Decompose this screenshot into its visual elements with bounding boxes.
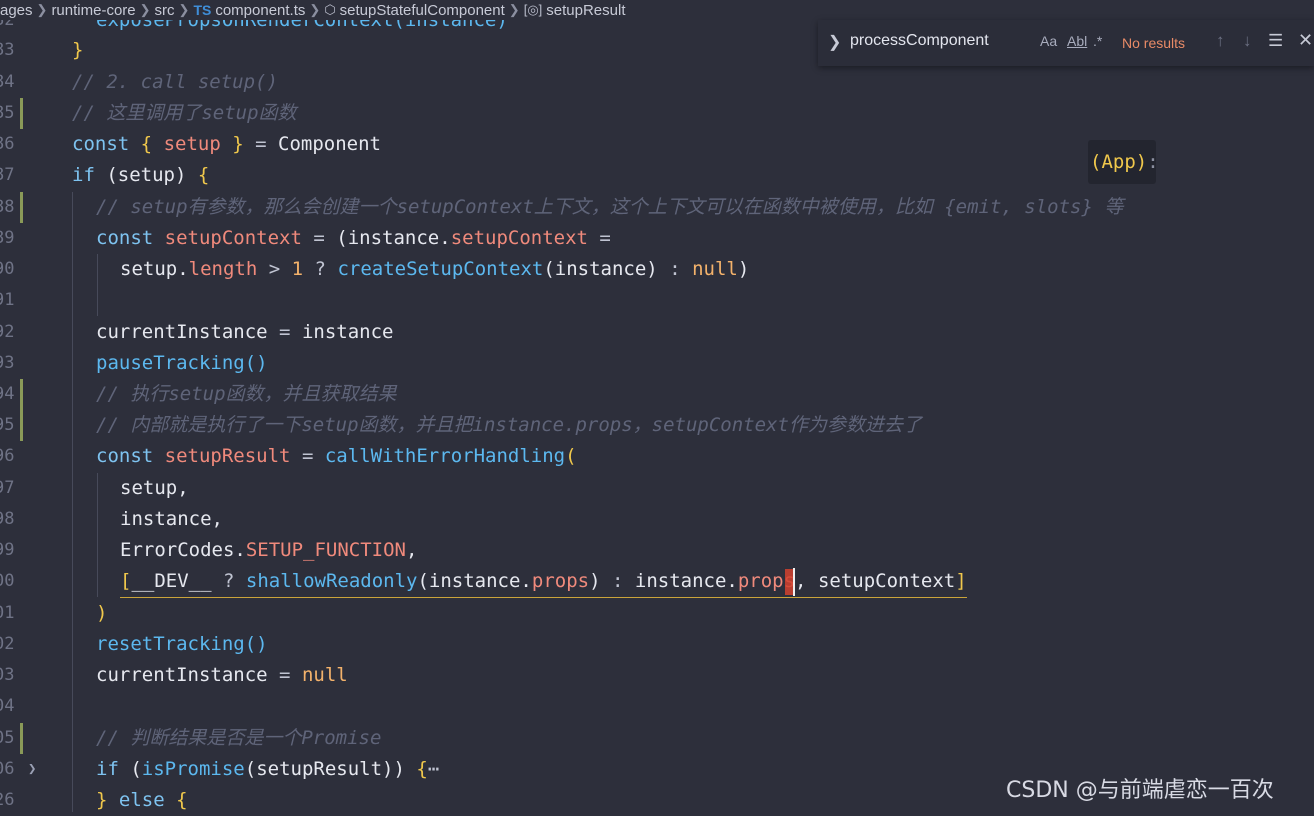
code-line: // 判断结果是否是一个Promise: [96, 727, 382, 749]
line-number: 96: [0, 446, 15, 466]
code-line: // 这里调用了setup函数: [72, 102, 297, 124]
line-number: 90: [0, 259, 15, 279]
line-number: 88: [0, 197, 15, 217]
breadcrumb-item-variable[interactable]: setupResult: [546, 2, 625, 19]
code-line: if (setup) {: [72, 164, 210, 186]
code-line: const setupContext = (instance.setupCont…: [96, 227, 611, 249]
git-change-marker: [20, 410, 23, 441]
text-cursor: [793, 568, 795, 596]
breadcrumb: ages ❯ runtime-core ❯ src ❯ TS component…: [0, 0, 1314, 20]
code-line: setup.length > 1 ? createSetupContext(in…: [120, 258, 750, 280]
close-icon[interactable]: ✕: [1298, 30, 1313, 51]
editor-gutter: 82 83 84 85 86 87 88 89 90 91 92 93 94 9…: [0, 0, 48, 812]
line-number: 02: [0, 634, 15, 654]
line-number: 26: [0, 790, 15, 810]
code-line: const setupResult = callWithErrorHandlin…: [96, 445, 577, 467]
line-number: 84: [0, 72, 15, 92]
breadcrumb-item-file[interactable]: component.ts: [215, 2, 305, 19]
git-change-marker: [20, 192, 23, 223]
git-change-marker: [20, 723, 23, 754]
line-number: 87: [0, 165, 15, 185]
whole-word-button[interactable]: Abl: [1067, 33, 1087, 49]
code-line: setup,: [120, 477, 189, 499]
chevron-right-icon: ❯: [139, 2, 151, 17]
line-number: 00: [0, 571, 15, 591]
line-number: 98: [0, 509, 15, 529]
line-number: 05: [0, 728, 15, 748]
code-line: resetTracking(): [96, 633, 268, 655]
line-number: 86: [0, 134, 15, 154]
line-number: 06: [0, 759, 15, 779]
code-line: } else {: [96, 789, 188, 811]
next-match-arrow-down-icon[interactable]: ↓: [1243, 31, 1252, 51]
variable-icon: [◎]: [523, 2, 543, 17]
inline-hint: (App):: [1088, 140, 1159, 184]
line-number: 99: [0, 540, 15, 560]
regex-button[interactable]: .*: [1093, 33, 1102, 49]
code-line: // 2. call setup(): [72, 71, 278, 93]
fold-chevron-icon[interactable]: ❯: [28, 754, 36, 785]
find-status: No results: [1122, 35, 1186, 51]
code-line: // 内部就是执行了一下setup函数，并且把instance.props，se…: [96, 414, 922, 436]
typescript-file-icon: TS: [193, 2, 212, 18]
chevron-right-icon: ❯: [36, 2, 48, 17]
line-number: 04: [0, 696, 15, 716]
previous-match-arrow-up-icon[interactable]: ↑: [1216, 31, 1225, 51]
breadcrumb-item-function[interactable]: setupStatefulComponent: [340, 2, 505, 19]
indent-guide: [97, 473, 98, 597]
code-line: const { setup } = Component: [72, 133, 381, 155]
breadcrumb-item-src[interactable]: src: [155, 2, 175, 19]
watermark: CSDN @与前端虐恋一百次: [1006, 778, 1274, 803]
line-number: 01: [0, 603, 15, 623]
cube-icon: ⬡: [324, 2, 336, 17]
code-line: ): [96, 602, 108, 624]
match-case-button[interactable]: Aa: [1040, 33, 1057, 49]
line-number: 92: [0, 322, 15, 342]
toggle-replace-chevron-icon[interactable]: ❯: [828, 32, 841, 52]
breadcrumb-item-runtime-core[interactable]: runtime-core: [51, 2, 135, 19]
line-number: 97: [0, 478, 15, 498]
find-input[interactable]: processComponent: [850, 32, 989, 50]
code-line: currentInstance = null: [96, 664, 348, 686]
code-line: pauseTracking(): [96, 352, 268, 374]
line-number: 83: [0, 40, 15, 60]
code-line: // 执行setup函数，并且获取结果: [96, 383, 397, 405]
code-line: currentInstance = instance: [96, 321, 394, 343]
code-line: if (isPromise(setupResult)) {⋯: [96, 758, 440, 780]
line-number: 94: [0, 384, 15, 404]
code-line-highlighted: [__DEV__ ? shallowReadonly(instance.prop…: [120, 566, 967, 598]
code-line: }: [72, 39, 84, 61]
indent-guide: [97, 254, 98, 316]
git-change-marker: [20, 379, 23, 410]
line-number: 85: [0, 103, 15, 123]
line-number: 03: [0, 665, 15, 685]
git-change-marker: [20, 98, 23, 129]
chevron-right-icon: ❯: [178, 2, 190, 17]
chevron-right-icon: ❯: [309, 2, 321, 17]
text-cursor-highlight: [785, 569, 793, 595]
code-line: instance,: [120, 508, 223, 530]
breadcrumb-item-packages[interactable]: ages: [0, 2, 33, 19]
code-line: // setup有参数，那么会创建一个setupContext上下文，这个上下文…: [96, 196, 1124, 218]
chevron-right-icon: ❯: [508, 2, 520, 17]
code-line: ErrorCodes.SETUP_FUNCTION,: [120, 539, 418, 561]
line-number: 93: [0, 353, 15, 373]
find-widget: ❯ processComponent Aa Abl .* No results …: [818, 20, 1314, 66]
line-number: 91: [0, 290, 15, 310]
indent-guide: [72, 192, 73, 812]
line-number: 89: [0, 228, 15, 248]
line-number: 95: [0, 415, 15, 435]
find-in-selection-icon[interactable]: ☰: [1268, 31, 1283, 51]
